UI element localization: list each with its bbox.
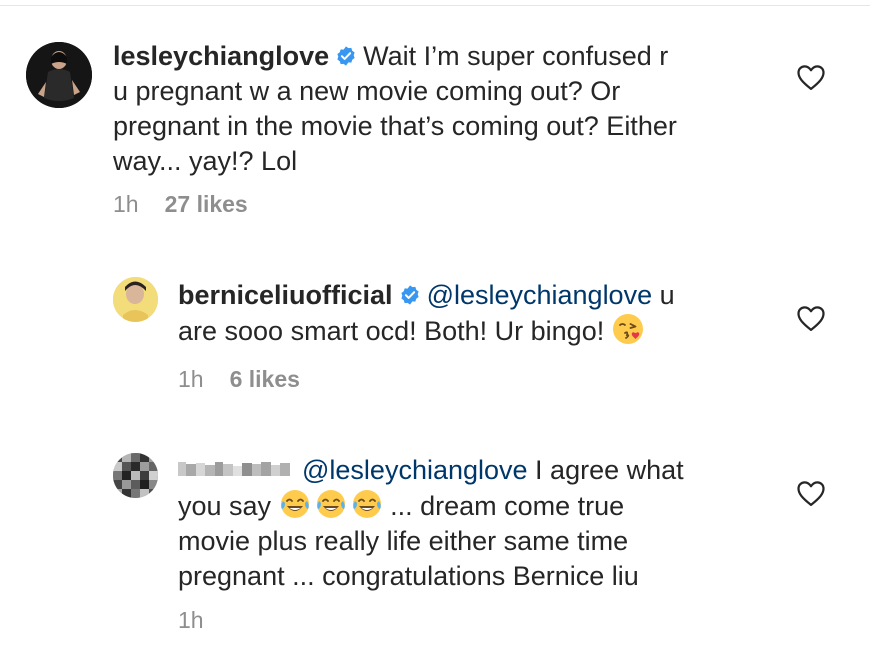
comment-text: lesleychianglove Wait I’m super confused… [113,39,793,179]
comment-text: @lesleychianglove I agree what you say .… [178,453,778,594]
mention-link[interactable]: @lesleychianglove [302,455,528,485]
comment-line: way... yay!? Lol [113,146,298,176]
face-with-tears-of-joy-emoji [351,488,383,520]
timestamp[interactable]: 1h [178,607,204,633]
heart-icon[interactable] [796,63,826,91]
comment-line: I agree what [527,455,684,485]
face-with-tears-of-joy-emoji [279,488,311,520]
comment-line: u pregnant w a new movie coming out? Or [113,76,621,106]
timestamp[interactable]: 1h [113,191,139,217]
avatar[interactable] [26,42,92,108]
likes-count[interactable]: 27 likes [165,191,248,217]
avatar[interactable] [113,453,158,498]
likes-count[interactable]: 6 likes [230,366,300,392]
comment-text: berniceliuofficial @lesleychianglove u a… [178,278,778,349]
comment-line: Wait I’m super confused r [363,41,669,71]
comment-line: u [652,280,675,310]
face-with-tears-of-joy-emoji [315,488,347,520]
heart-icon[interactable] [796,479,826,507]
comment-line: are sooo smart ocd! Both! Ur bingo! [178,316,605,346]
top-divider [0,5,870,6]
verified-badge-icon [399,280,421,305]
username[interactable]: berniceliuofficial [178,280,393,310]
avatar[interactable] [113,277,158,322]
comment-line: pregnant ... congratulations Bernice liu [178,561,639,591]
verified-badge-icon [335,41,357,66]
comment-meta: 1h [178,607,204,634]
blurred-username[interactable] [178,454,290,476]
comment-meta: 1h 6 likes [178,366,300,393]
username[interactable]: lesleychianglove [113,41,329,71]
comment-line: ... dream come true [382,491,625,521]
comment-line: pregnant in the movie that’s coming out?… [113,111,677,141]
face-blowing-kiss-emoji [612,313,644,345]
mention-link[interactable]: @lesleychianglove [427,280,653,310]
comment-line: you say [178,491,272,521]
comment-meta: 1h 27 likes [113,191,248,218]
comment-line: movie plus really life either same time [178,526,629,556]
heart-icon[interactable] [796,304,826,332]
timestamp[interactable]: 1h [178,366,204,392]
